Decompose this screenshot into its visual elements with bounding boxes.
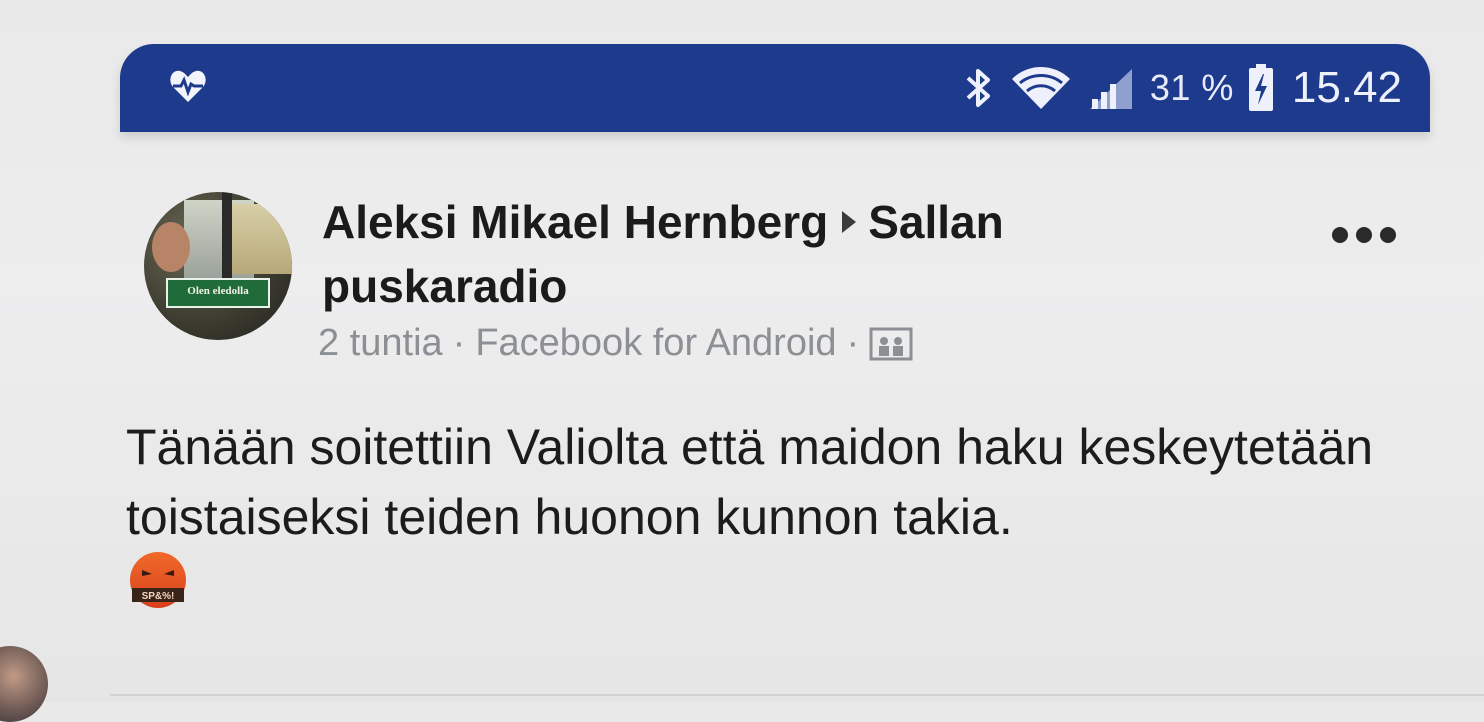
wifi-icon bbox=[1011, 67, 1070, 109]
clock: 15.42 bbox=[1291, 63, 1402, 112]
more-options-icon bbox=[1332, 227, 1348, 243]
avatar-face bbox=[152, 222, 190, 272]
more-options-button[interactable] bbox=[1332, 220, 1396, 250]
avatar-window-right bbox=[232, 204, 292, 274]
battery-percentage: 31 % bbox=[1149, 67, 1234, 108]
avatar-sign-text: Olen eledolla bbox=[166, 278, 270, 308]
post-text: Tänään soitettiin Valiolta että maidon h… bbox=[126, 419, 1374, 545]
post-header: Aleksi Mikael Hernberg Sallan puskaradio bbox=[322, 190, 1182, 318]
signal-icon bbox=[1089, 69, 1132, 109]
post-time[interactable]: 2 tuntia bbox=[318, 322, 443, 365]
divider bbox=[110, 694, 1484, 696]
more-options-icon-dot bbox=[1380, 227, 1396, 243]
heart-pulse-icon bbox=[170, 70, 206, 102]
angry-face-icon: SP&%! bbox=[130, 552, 186, 608]
author-name[interactable]: Aleksi Mikael Hernberg bbox=[322, 196, 828, 248]
emoji-text: SP&%! bbox=[142, 591, 175, 602]
arrow-right-icon bbox=[842, 210, 857, 233]
author-avatar[interactable]: Olen eledolla bbox=[144, 192, 292, 340]
meta-separator: · bbox=[452, 322, 466, 364]
more-options-icon-dot bbox=[1356, 227, 1372, 243]
bluetooth-icon bbox=[966, 69, 990, 107]
battery-charging-icon bbox=[1248, 64, 1273, 111]
meta-separator: · bbox=[846, 322, 860, 364]
post-meta: 2 tuntia · Facebook for Android · bbox=[318, 322, 913, 365]
feed-post: Olen eledolla Aleksi Mikael Hernberg Sall… bbox=[0, 150, 1484, 702]
status-indicators: 31 % 15.42 bbox=[962, 60, 1402, 116]
post-source: Facebook for Android bbox=[475, 322, 837, 364]
group-audience-icon bbox=[869, 327, 913, 360]
status-bar: 31 % 15.42 bbox=[120, 44, 1430, 132]
avatar-pole bbox=[222, 192, 232, 282]
